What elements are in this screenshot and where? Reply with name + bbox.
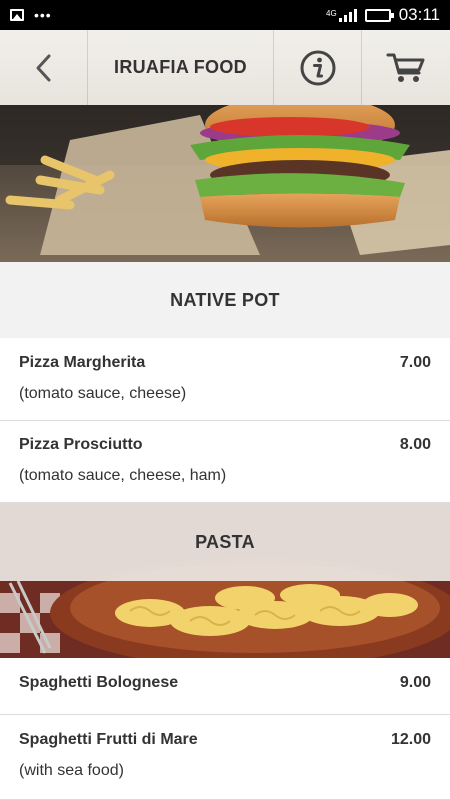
- app-header: IRUAFIA FOOD: [0, 30, 450, 105]
- title-area: IRUAFIA FOOD: [88, 30, 274, 105]
- item-name: Pizza Prosciutto: [19, 436, 143, 453]
- item-description: (with sea food): [19, 762, 124, 779]
- page-title: IRUAFIA FOOD: [114, 57, 247, 77]
- status-time: 03:11: [398, 5, 440, 24]
- network-type: 4G: [326, 9, 337, 18]
- more-dots-icon: •••: [34, 7, 52, 23]
- item-name: Spaghetti Bolognese: [19, 674, 179, 691]
- item-price: 7.00: [399, 354, 431, 371]
- info-icon: [300, 50, 335, 85]
- hero-image: [0, 105, 450, 262]
- pasta-section-banner: PASTA: [0, 503, 450, 658]
- item-price: 8.00: [399, 436, 431, 453]
- menu-item[interactable]: Spaghetti Bolognese 9.00: [0, 658, 450, 715]
- battery-icon: [364, 8, 394, 22]
- cart-button[interactable]: [362, 30, 450, 105]
- item-name: Pizza Margherita: [19, 354, 146, 371]
- item-price: 9.00: [399, 674, 431, 691]
- status-bar: ••• 4G 03:11: [0, 0, 450, 30]
- menu-item[interactable]: Pizza Prosciutto 8.00 (tomato sauce, che…: [0, 421, 450, 503]
- menu-item[interactable]: Spaghetti Frutti di Mare 12.00 (with sea…: [0, 715, 450, 800]
- section-title: NATIVE POT: [170, 289, 280, 310]
- back-button[interactable]: [0, 30, 88, 105]
- menu-item[interactable]: Pizza Margherita 7.00 (tomato sauce, che…: [0, 338, 450, 421]
- image-icon: [10, 9, 24, 21]
- section-title: PASTA: [195, 531, 255, 552]
- item-description: (tomato sauce, cheese, ham): [19, 467, 227, 484]
- item-price: 12.00: [390, 731, 431, 748]
- info-button[interactable]: [274, 30, 362, 105]
- cart-icon: [386, 53, 425, 82]
- item-description: (tomato sauce, cheese): [19, 385, 187, 402]
- back-chevron-icon: [36, 54, 50, 81]
- signal-icon: [338, 8, 357, 22]
- section-header-pasta: PASTA: [0, 503, 450, 581]
- section-header-native-pot: NATIVE POT: [0, 262, 450, 338]
- item-name: Spaghetti Frutti di Mare: [19, 731, 198, 748]
